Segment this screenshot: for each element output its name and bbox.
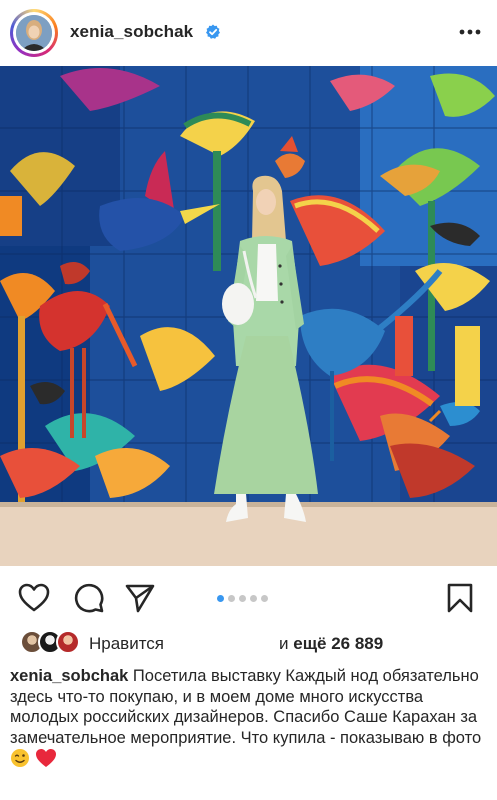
red-heart-emoji-icon [35, 749, 56, 767]
carousel-dot[interactable] [217, 595, 224, 602]
likes-count[interactable]: и ещё 26 889 [279, 634, 383, 654]
send-icon[interactable] [124, 582, 156, 614]
likes-prefix: и [279, 634, 289, 653]
carousel-indicator [217, 595, 268, 603]
more-options-icon[interactable] [457, 21, 483, 43]
carousel-dot[interactable] [261, 595, 268, 602]
liker-avatar[interactable] [56, 630, 80, 654]
verified-badge-icon [206, 24, 220, 39]
comment-icon[interactable] [73, 582, 105, 614]
avatar-story-ring[interactable] [10, 9, 58, 57]
post-action-bar [0, 566, 497, 626]
post-author-username[interactable]: xenia_sobchak [70, 22, 193, 42]
likes-row: Нравится и ещё 26 889 [0, 626, 497, 660]
carousel-dot[interactable] [250, 595, 257, 602]
avatar[interactable] [16, 15, 52, 51]
bookmark-icon[interactable] [444, 582, 476, 614]
carousel-dot[interactable] [228, 595, 235, 602]
likes-more-count: ещё 26 889 [293, 634, 384, 653]
heart-icon[interactable] [18, 582, 50, 614]
carousel-dot[interactable] [239, 595, 246, 602]
wink-emoji-icon [11, 749, 29, 767]
post-caption: xenia_sobchak Посетила выставку Каждый н… [10, 666, 490, 770]
post-header: xenia_sobchak [0, 0, 497, 66]
avatar-frame [13, 12, 55, 54]
post-photo[interactable] [0, 66, 497, 566]
likes-label[interactable]: Нравится [89, 634, 164, 654]
caption-username[interactable]: xenia_sobchak [10, 667, 128, 685]
